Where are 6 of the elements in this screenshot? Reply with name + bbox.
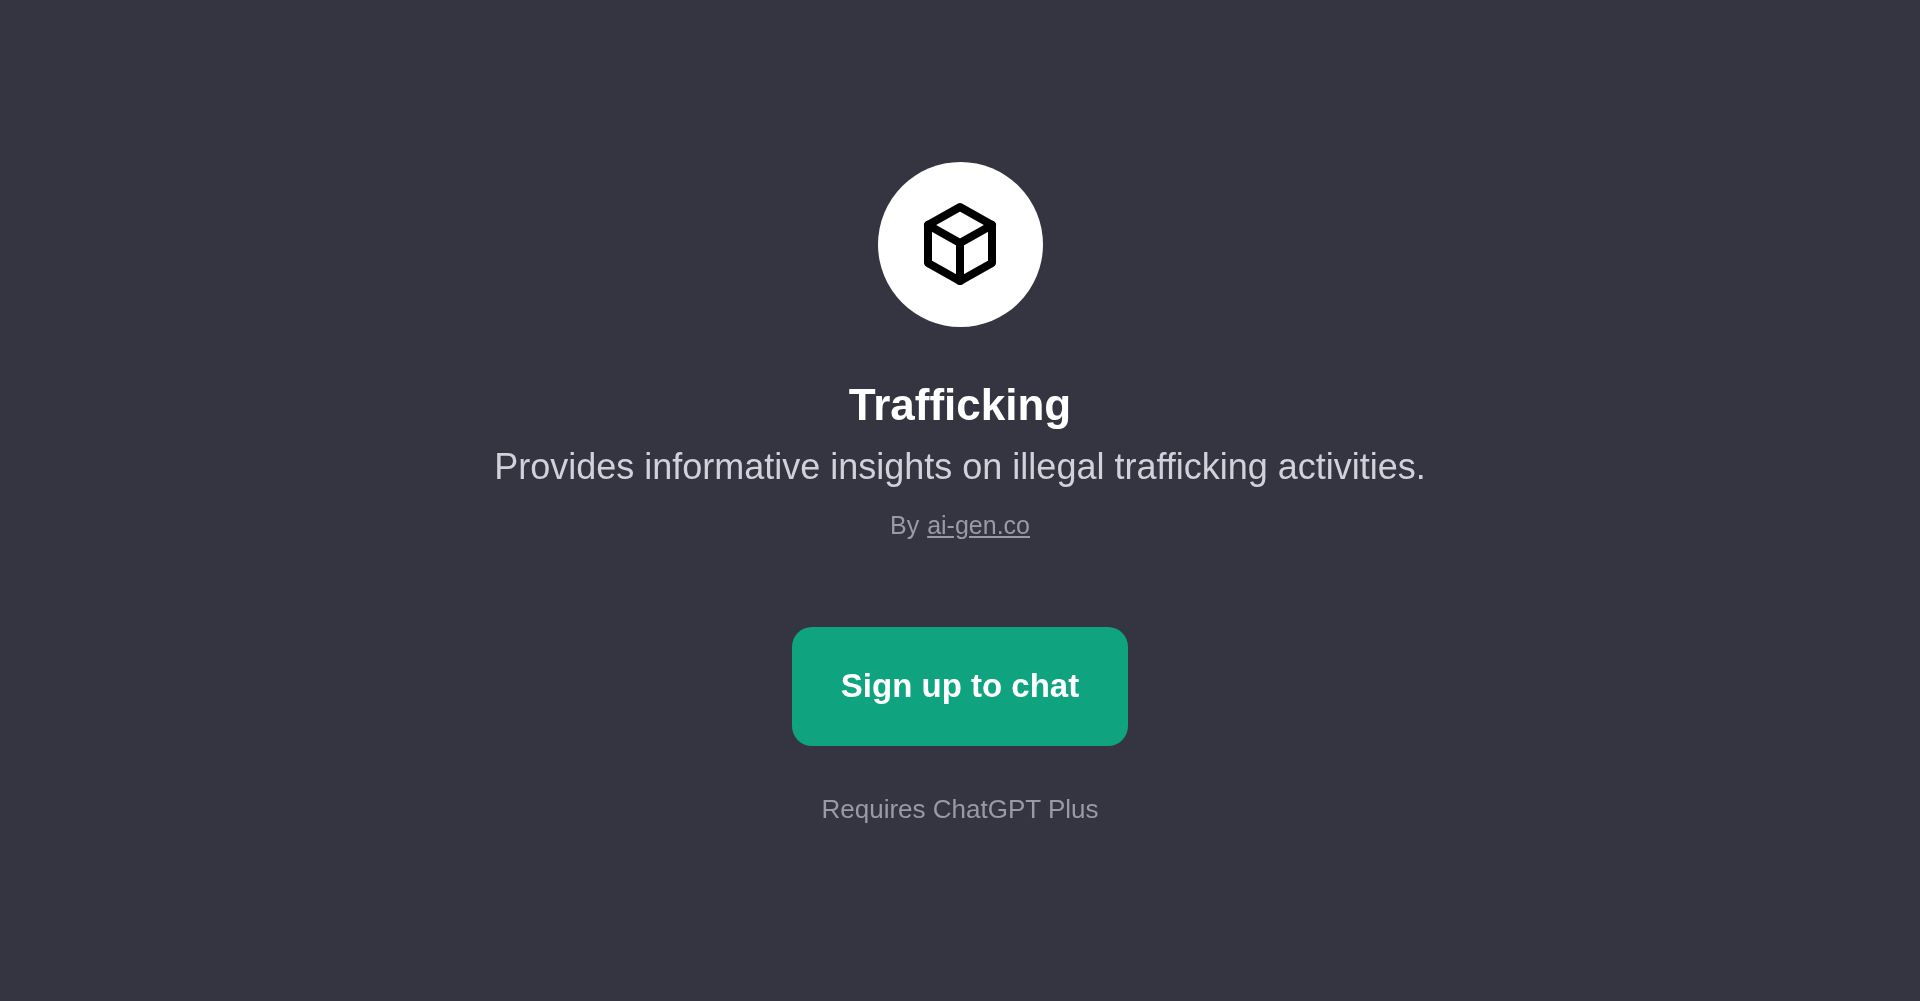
author-link[interactable]: ai-gen.co [927,507,1030,545]
signup-button[interactable]: Sign up to chat [792,626,1128,746]
gpt-description: Provides informative insights on illegal trafficking activities. [494,445,1426,489]
requirement-note: Requires ChatGPT Plus [821,792,1099,826]
gpt-title: Trafficking [848,379,1072,431]
author-label: By [889,510,920,541]
